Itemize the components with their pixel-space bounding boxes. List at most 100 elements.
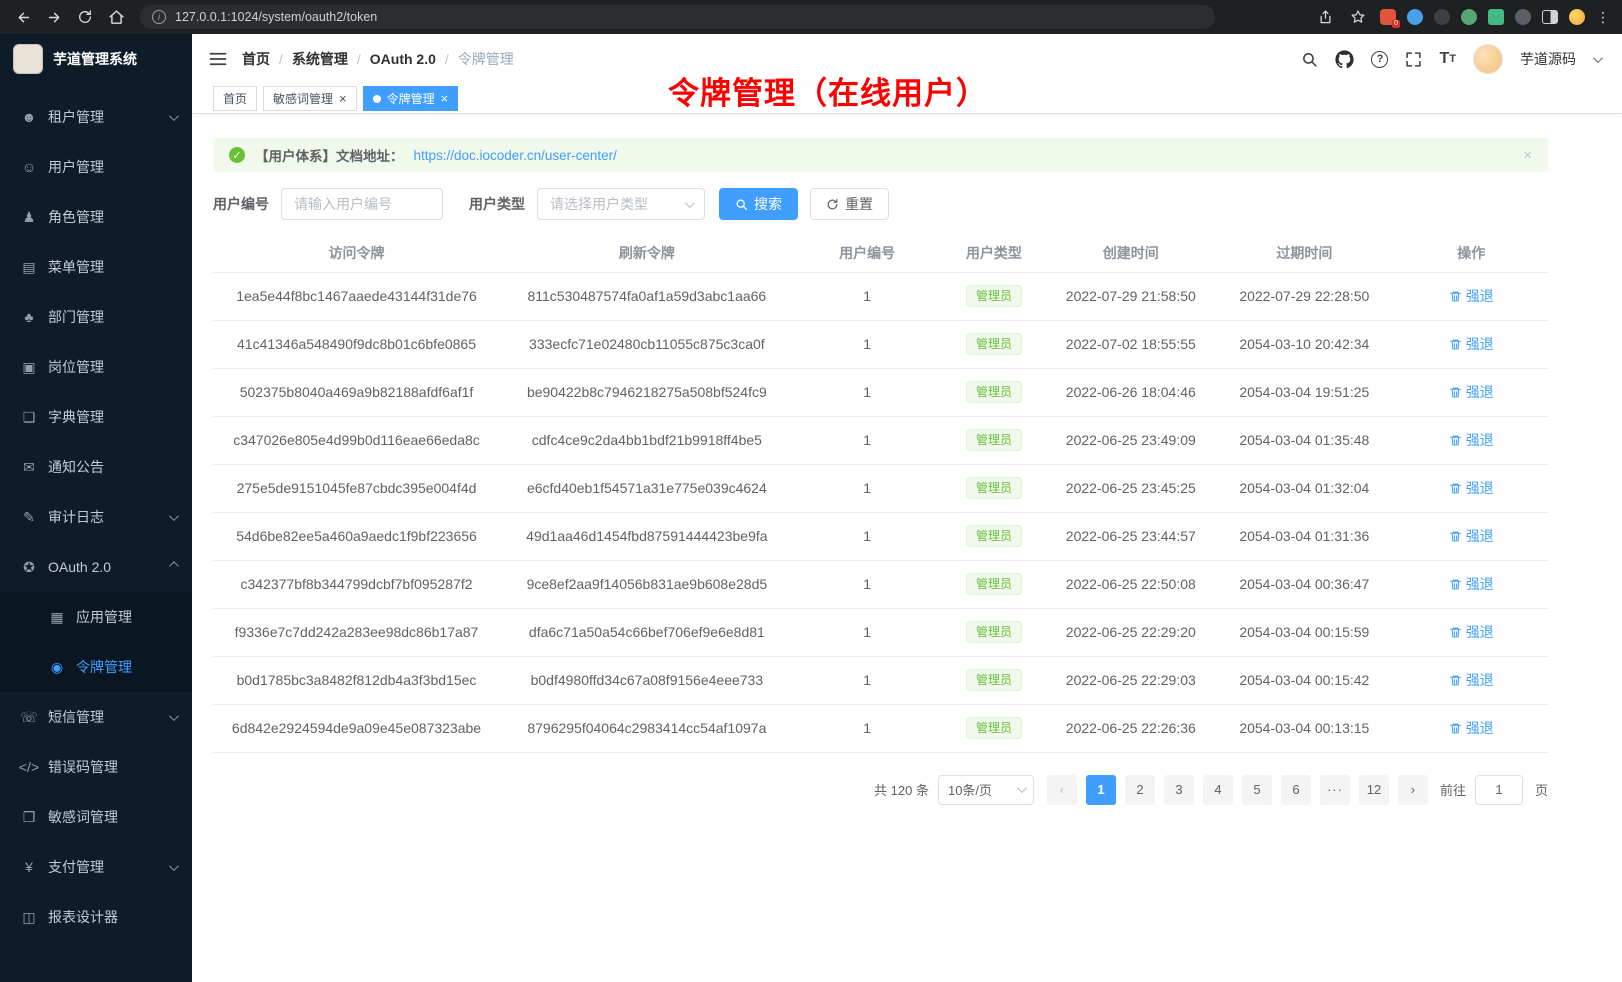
page-size-select[interactable]: 10条/页 bbox=[938, 775, 1034, 805]
page-button[interactable]: 2 bbox=[1125, 775, 1155, 805]
application-icon: ▦ bbox=[46, 609, 68, 626]
address-bar[interactable]: i 127.0.0.1:1024/system/oauth2/token bbox=[140, 5, 1215, 29]
vue-devtools-icon[interactable] bbox=[1488, 9, 1504, 25]
user-type-select[interactable]: 请选择用户类型 bbox=[537, 188, 705, 220]
browser-menu-icon[interactable]: ⋮ bbox=[1596, 9, 1610, 26]
extension-icon[interactable]: 0 bbox=[1380, 9, 1396, 25]
site-info-icon[interactable]: i bbox=[152, 10, 166, 24]
sidebar-item-error-code[interactable]: </>错误码管理 bbox=[0, 742, 192, 792]
sidebar-item-notice[interactable]: ✉通知公告 bbox=[0, 442, 192, 492]
sidebar-item-oauth2-token[interactable]: ◉令牌管理 bbox=[0, 642, 192, 692]
force-logout-button[interactable]: 强退 bbox=[1449, 670, 1494, 690]
sidebar-item-sensitive[interactable]: ❒敏感词管理 bbox=[0, 792, 192, 842]
sidebar-toggle-icon[interactable] bbox=[209, 51, 227, 67]
browser-profile-icon[interactable] bbox=[1569, 9, 1585, 25]
doc-link[interactable]: https://doc.iocoder.cn/user-center/ bbox=[414, 148, 617, 163]
sidebar-item-audit-log[interactable]: ✎审计日志 bbox=[0, 492, 192, 542]
help-icon[interactable]: ? bbox=[1371, 51, 1388, 68]
page-button[interactable]: 3 bbox=[1164, 775, 1194, 805]
refresh-token-cell: 811c530487574fa0af1a59d3abc1aa66 bbox=[500, 272, 794, 320]
sidebar-item-sms[interactable]: ☏短信管理 bbox=[0, 692, 192, 742]
extension-icon[interactable] bbox=[1461, 9, 1477, 25]
user-id-input[interactable] bbox=[281, 188, 443, 220]
browser-actions: 0 ⋮ bbox=[1314, 6, 1610, 28]
tab-close-icon[interactable]: × bbox=[441, 92, 449, 105]
github-icon[interactable] bbox=[1335, 50, 1354, 69]
page-button[interactable]: 12 bbox=[1359, 775, 1389, 805]
page-button[interactable]: 6 bbox=[1281, 775, 1311, 805]
extension-icon[interactable] bbox=[1434, 9, 1450, 25]
reload-icon[interactable] bbox=[74, 6, 96, 28]
user-avatar[interactable] bbox=[1473, 44, 1503, 74]
tab-label: 首页 bbox=[223, 90, 247, 107]
sidebar-item-oauth2-app[interactable]: ▦ 应用管理 bbox=[0, 592, 192, 642]
extensions-puzzle-icon[interactable] bbox=[1515, 9, 1531, 25]
side-panel-icon[interactable] bbox=[1542, 10, 1558, 24]
pagination-ellipsis[interactable]: ··· bbox=[1320, 775, 1350, 805]
access-token-cell: c342377bf8b344799dcbf7bf095287f2 bbox=[213, 560, 500, 608]
sidebar-item-dept[interactable]: ♣部门管理 bbox=[0, 292, 192, 342]
page-button[interactable]: 1 bbox=[1086, 775, 1116, 805]
force-logout-button[interactable]: 强退 bbox=[1449, 574, 1494, 594]
bookmark-star-icon[interactable] bbox=[1347, 6, 1369, 28]
reset-button[interactable]: 重置 bbox=[810, 188, 889, 220]
force-logout-button[interactable]: 强退 bbox=[1449, 286, 1494, 306]
alert-close-icon[interactable]: × bbox=[1523, 147, 1532, 164]
chevron-down-icon[interactable] bbox=[1593, 53, 1603, 63]
back-icon[interactable] bbox=[12, 6, 34, 28]
create-time-cell: 2022-06-25 23:45:25 bbox=[1047, 464, 1214, 512]
sidebar-item-tenant[interactable]: ☻租户管理 bbox=[0, 92, 192, 142]
tab-close-icon[interactable]: × bbox=[339, 92, 347, 105]
goto-page-input[interactable] bbox=[1475, 775, 1523, 805]
force-logout-button[interactable]: 强退 bbox=[1449, 430, 1494, 450]
force-logout-button[interactable]: 强退 bbox=[1449, 478, 1494, 498]
tab-home[interactable]: 首页 bbox=[213, 86, 257, 111]
search-icon[interactable] bbox=[1301, 51, 1318, 68]
user-id-cell: 1 bbox=[794, 368, 941, 416]
breadcrumb-item[interactable]: 首页 bbox=[242, 49, 270, 69]
page-button[interactable]: 4 bbox=[1203, 775, 1233, 805]
expire-time-cell: 2022-07-29 22:28:50 bbox=[1214, 272, 1394, 320]
search-button[interactable]: 搜索 bbox=[719, 188, 798, 220]
sidebar-item-dict[interactable]: ❏字典管理 bbox=[0, 392, 192, 442]
create-time-cell: 2022-06-25 22:29:03 bbox=[1047, 656, 1214, 704]
app-logo[interactable]: 芋道管理系统 bbox=[0, 34, 192, 84]
fullscreen-icon[interactable] bbox=[1405, 51, 1422, 68]
expire-time-cell: 2054-03-04 00:15:42 bbox=[1214, 656, 1394, 704]
expire-time-cell: 2054-03-04 19:51:25 bbox=[1214, 368, 1394, 416]
username[interactable]: 芋道源码 bbox=[1520, 49, 1576, 69]
font-size-icon[interactable]: TT bbox=[1439, 50, 1456, 68]
force-logout-button[interactable]: 强退 bbox=[1449, 382, 1494, 402]
access-token-cell: 275e5de9151045fe87cbdc395e004f4d bbox=[213, 464, 500, 512]
breadcrumb-item[interactable]: OAuth 2.0 bbox=[370, 51, 436, 67]
page-size-value: 10条/页 bbox=[948, 780, 992, 799]
create-time-cell: 2022-06-25 22:26:36 bbox=[1047, 704, 1214, 752]
sidebar-item-pay[interactable]: ¥支付管理 bbox=[0, 842, 192, 892]
force-logout-button[interactable]: 强退 bbox=[1449, 622, 1494, 642]
sidebar-item-user[interactable]: ☺用户管理 bbox=[0, 142, 192, 192]
extension-icon[interactable] bbox=[1407, 9, 1423, 25]
force-logout-button[interactable]: 强退 bbox=[1449, 334, 1494, 354]
next-page-button[interactable]: › bbox=[1398, 775, 1428, 805]
tab-sensitive-word[interactable]: 敏感词管理× bbox=[263, 86, 357, 111]
breadcrumb-item[interactable]: 系统管理 bbox=[292, 49, 348, 69]
sidebar-item-post[interactable]: ▣岗位管理 bbox=[0, 342, 192, 392]
prev-page-button[interactable]: ‹ bbox=[1047, 775, 1077, 805]
trash-icon bbox=[1449, 626, 1462, 639]
sidebar-item-menu[interactable]: ▤菜单管理 bbox=[0, 242, 192, 292]
sidebar-item-oauth2[interactable]: ✪OAuth 2.0 bbox=[0, 542, 192, 592]
home-icon[interactable] bbox=[105, 6, 127, 28]
share-icon[interactable] bbox=[1314, 6, 1336, 28]
user-type-cell: 管理员 bbox=[941, 656, 1048, 704]
sidebar-item-report[interactable]: ◫报表设计器 bbox=[0, 892, 192, 942]
tab-token[interactable]: 令牌管理× bbox=[363, 86, 459, 111]
page-button[interactable]: 5 bbox=[1242, 775, 1272, 805]
force-logout-button[interactable]: 强退 bbox=[1449, 526, 1494, 546]
forward-icon[interactable] bbox=[43, 6, 65, 28]
user-type-badge: 管理员 bbox=[966, 621, 1022, 643]
chevron-up-icon bbox=[169, 561, 179, 571]
sidebar-item-label: 应用管理 bbox=[76, 607, 176, 627]
force-logout-label: 强退 bbox=[1466, 286, 1494, 306]
sidebar-item-role[interactable]: ♟角色管理 bbox=[0, 192, 192, 242]
force-logout-button[interactable]: 强退 bbox=[1449, 718, 1494, 738]
